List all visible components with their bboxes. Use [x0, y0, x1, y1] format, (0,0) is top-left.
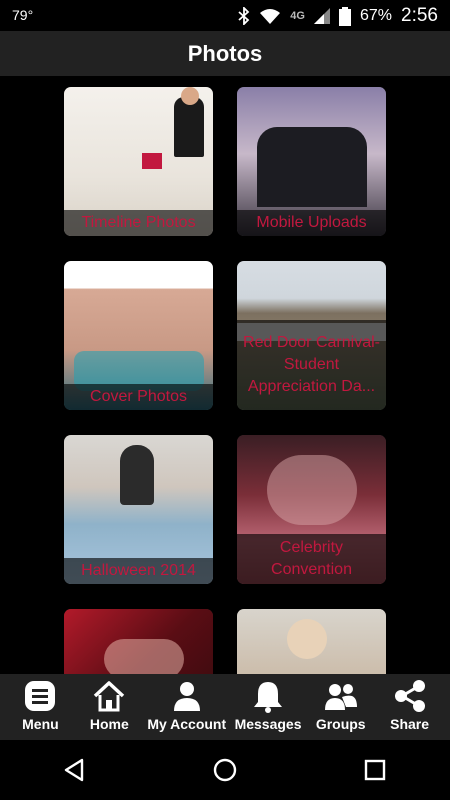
battery-icon [338, 6, 351, 26]
back-icon[interactable] [62, 757, 88, 783]
bell-icon [254, 682, 283, 713]
album-tile-celebrity-convention[interactable]: Celebrity Convention [237, 435, 386, 584]
system-navigation-bar [0, 740, 450, 800]
album-tile-8[interactable] [237, 609, 386, 674]
home-circle-icon[interactable] [212, 757, 238, 783]
group-icon [324, 684, 357, 710]
nav-my-account[interactable]: My Account [144, 679, 230, 740]
nav-my-account-label: My Account [147, 716, 227, 732]
recents-icon[interactable] [362, 757, 388, 783]
album-label: Halloween 2014 [64, 558, 213, 584]
nav-groups-label: Groups [315, 716, 366, 732]
nav-menu-label: Menu [22, 716, 59, 732]
bluetooth-icon [238, 7, 250, 25]
battery-text: 67% [359, 7, 393, 24]
home-icon [94, 681, 125, 712]
bottom-navigation: Menu Home My Account Messages Groups Sha… [0, 674, 450, 740]
album-tile-7[interactable] [64, 609, 213, 674]
network-type: 4G [290, 10, 305, 22]
menu-icon [25, 681, 56, 711]
album-thumbnail [237, 609, 386, 674]
album-tile-cover-photos[interactable]: Cover Photos [64, 261, 213, 410]
status-icons: 4G 67% 2:56 [238, 5, 438, 27]
nav-share-label: Share [390, 716, 430, 732]
clock-text: 2:56 [401, 5, 438, 26]
user-icon [173, 682, 200, 711]
album-tile-timeline-photos[interactable]: Timeline Photos [64, 87, 213, 236]
album-tile-halloween-2014[interactable]: Halloween 2014 [64, 435, 213, 584]
page-title: Photos [187, 40, 263, 66]
title-bar: Photos [0, 31, 450, 76]
signal-icon [313, 8, 330, 24]
nav-home-label: Home [89, 716, 129, 732]
nav-groups[interactable]: Groups [306, 679, 375, 740]
nav-home[interactable]: Home [75, 679, 144, 740]
album-thumbnail [64, 609, 213, 674]
album-grid[interactable]: Timeline Photos Mobile Uploads Cover Pho… [0, 76, 450, 674]
album-label: Mobile Uploads [237, 210, 386, 236]
nav-messages-label: Messages [234, 716, 302, 732]
share-icon [394, 680, 425, 712]
nav-share[interactable]: Share [375, 679, 444, 740]
album-label: Celebrity Convention [237, 534, 386, 584]
album-label: Cover Photos [64, 384, 213, 410]
temperature-text: 79° [12, 7, 34, 23]
nav-menu[interactable]: Menu [6, 679, 75, 740]
album-label: Red Door Carnival-Student Appreciation D… [237, 320, 386, 410]
status-bar: 79° 4G 67% 2:56 [0, 0, 450, 31]
album-tile-mobile-uploads[interactable]: Mobile Uploads [237, 87, 386, 236]
album-tile-red-door-carnival[interactable]: Red Door Carnival-Student Appreciation D… [237, 261, 386, 410]
album-label: Timeline Photos [64, 210, 213, 236]
nav-messages[interactable]: Messages [230, 679, 307, 740]
wifi-icon [260, 8, 281, 24]
